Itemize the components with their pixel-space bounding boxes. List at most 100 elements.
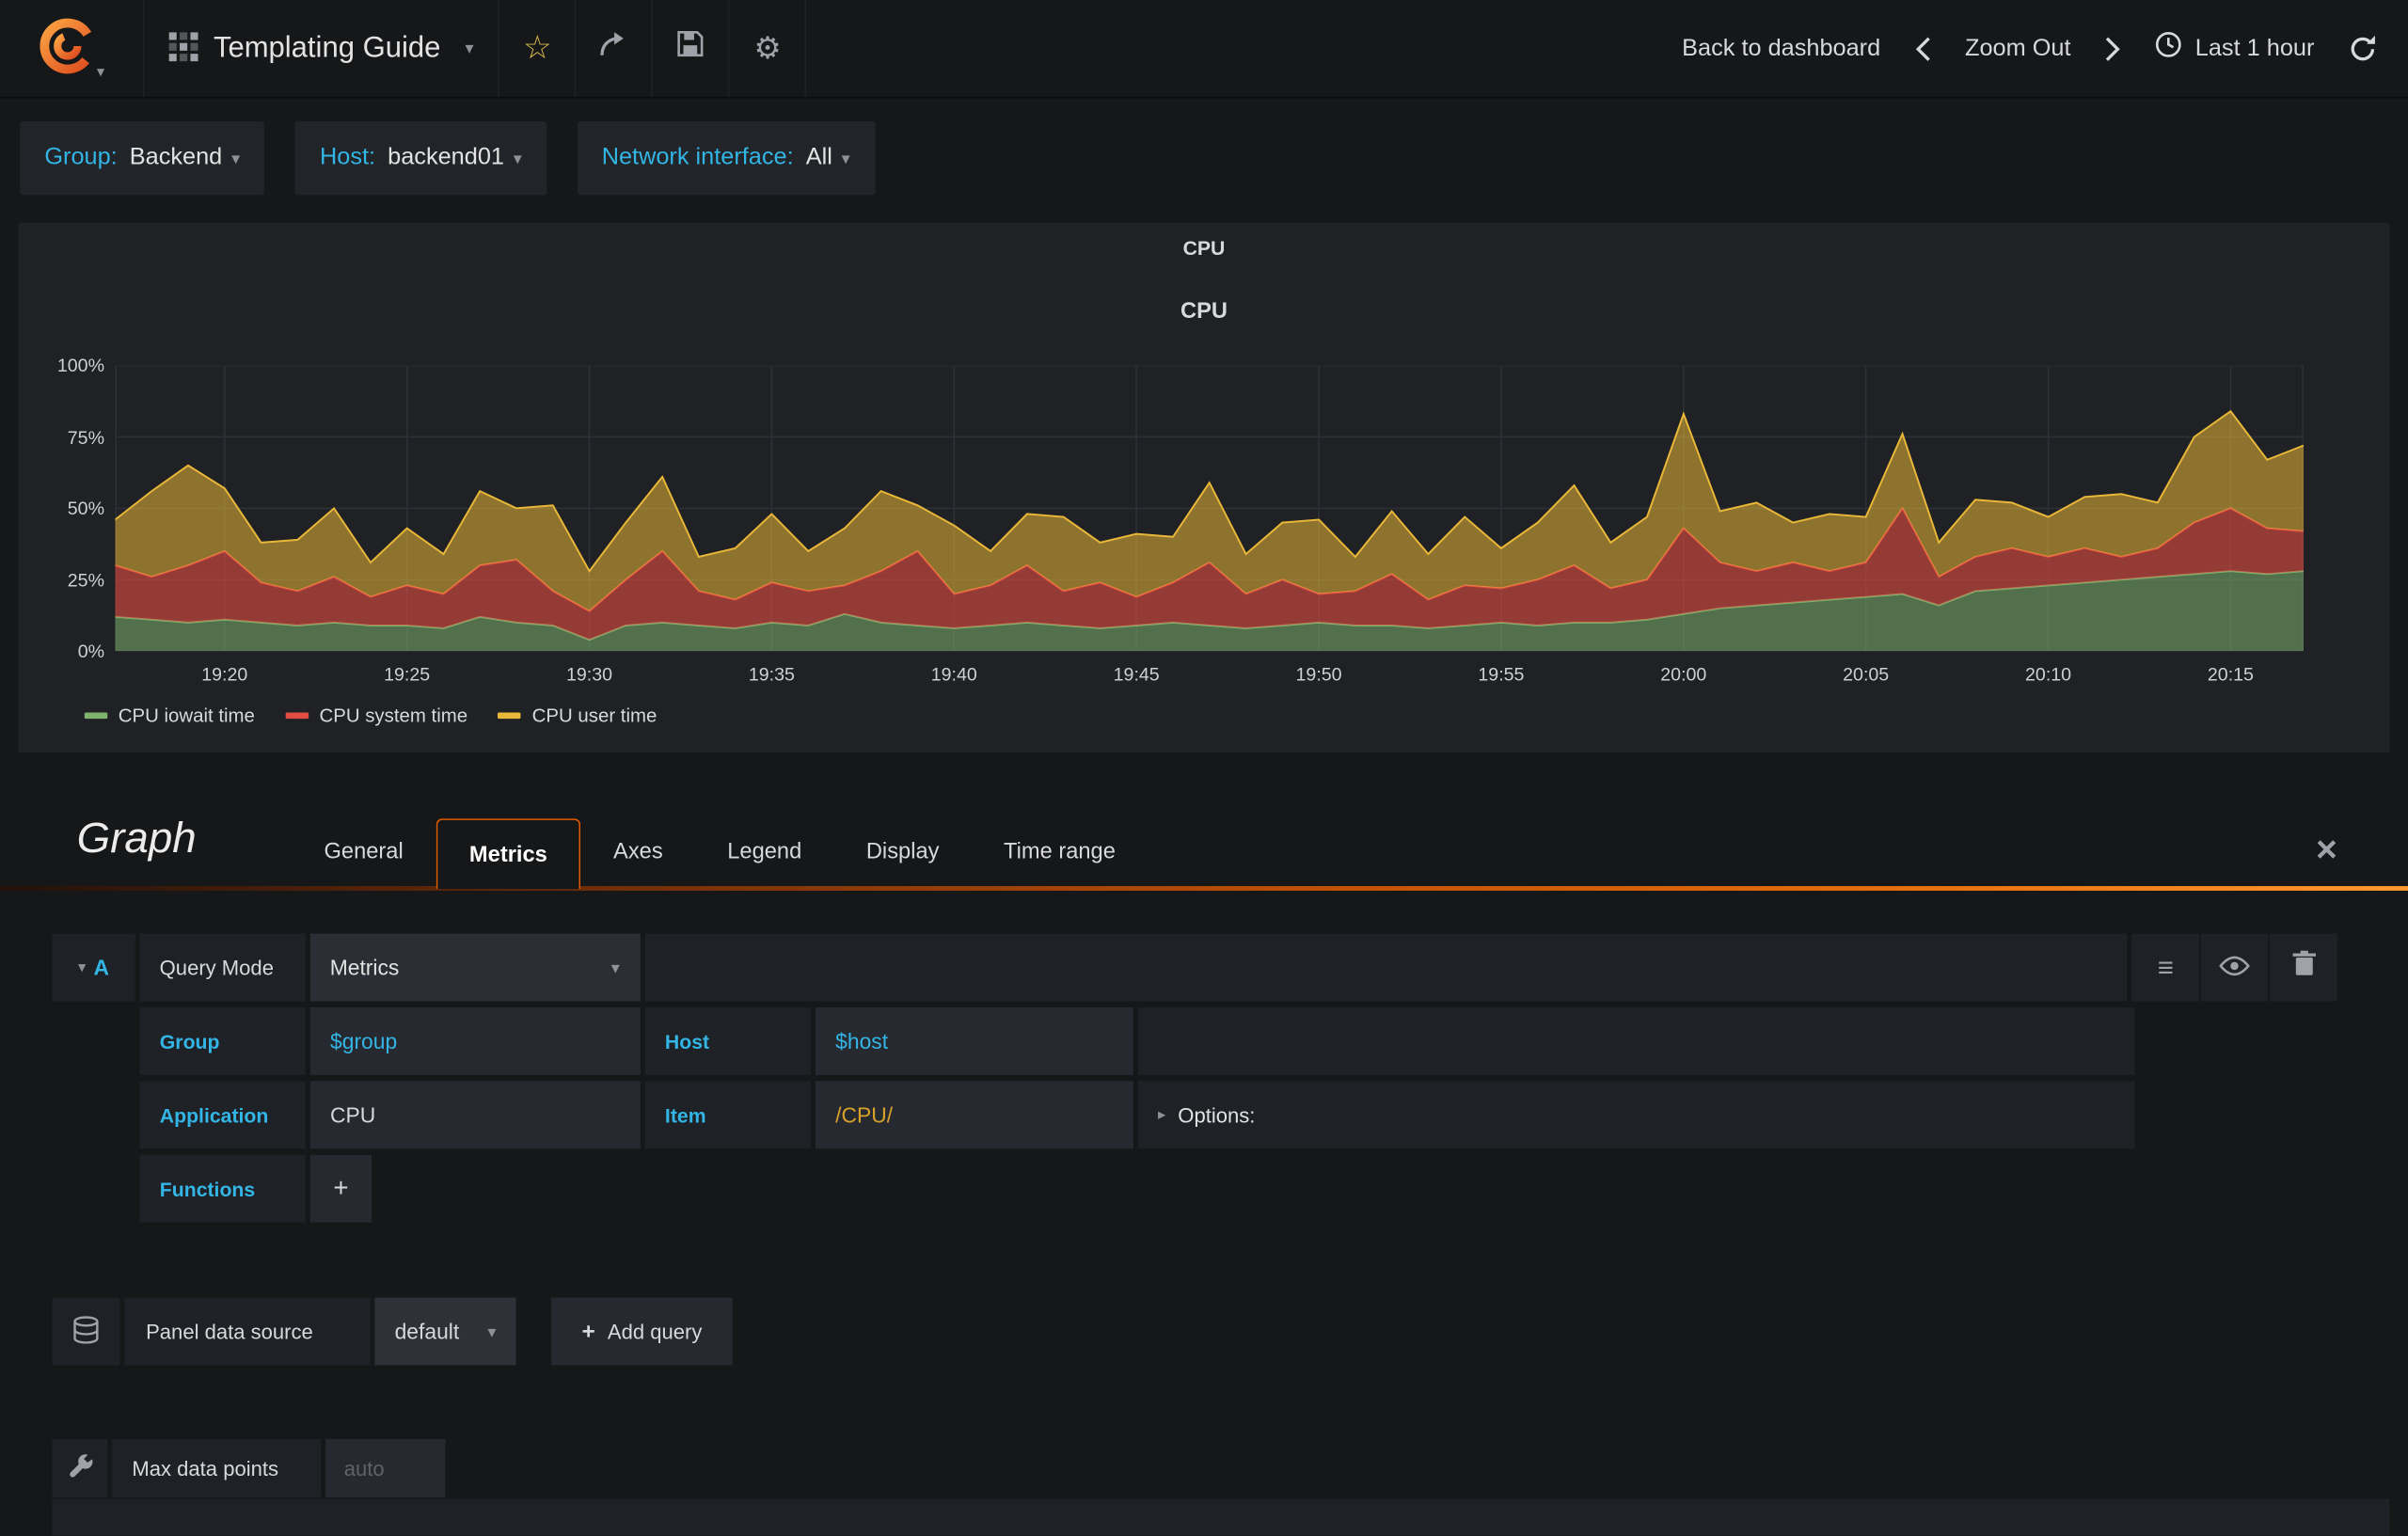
- variable-label: Host:: [319, 144, 376, 171]
- tab-divider-gradient: [0, 886, 2408, 891]
- database-icon: [72, 1315, 100, 1347]
- variable-label: Network interface:: [601, 144, 794, 171]
- caret-down-icon: ▾: [513, 150, 522, 168]
- item-input[interactable]: [815, 1081, 1133, 1149]
- query-mode-label: Query Mode: [139, 933, 306, 1002]
- query-row-filler: [643, 933, 2128, 1002]
- query-menu-button[interactable]: ≡: [2131, 933, 2200, 1002]
- star-button[interactable]: ☆: [499, 0, 577, 97]
- query-ref-letter: A: [93, 955, 109, 980]
- dashboard-title-button[interactable]: Templating Guide ▾: [144, 0, 500, 97]
- query-toggle-visibility-button[interactable]: [2200, 933, 2269, 1002]
- settings-button[interactable]: ⚙: [730, 0, 807, 97]
- caret-down-icon: ▾: [96, 64, 105, 82]
- caret-right-icon: ▸: [1158, 1106, 1166, 1124]
- dashboard-title: Templating Guide: [213, 31, 441, 64]
- caret-down-icon: ▾: [610, 958, 620, 978]
- time-range-picker[interactable]: Last 1 hour: [2155, 31, 2314, 67]
- x-tick-label: 19:35: [748, 663, 795, 686]
- close-editor-button[interactable]: ×: [2316, 830, 2337, 873]
- options-toggle[interactable]: ▸ Options:: [1137, 1081, 2135, 1149]
- tab-general[interactable]: General: [292, 818, 436, 886]
- query-delete-button[interactable]: [2270, 933, 2337, 1002]
- template-variables-row: Group: Backend ▾ Host: backend01 ▾ Netwo…: [20, 120, 875, 196]
- legend-item[interactable]: CPU user time: [498, 705, 657, 727]
- top-navbar: ▾ Templating Guide ▾ ☆ ⚙ Back to dashboa…: [0, 0, 2408, 99]
- time-shift-left-button[interactable]: [1914, 35, 1931, 62]
- x-tick-label: 19:25: [384, 663, 431, 686]
- tab-legend[interactable]: Legend: [695, 818, 834, 886]
- save-button[interactable]: [654, 0, 731, 97]
- legend-swatch-icon: [84, 712, 108, 720]
- grafana-app: ▾ Templating Guide ▾ ☆ ⚙ Back to dashboa…: [0, 0, 2408, 1536]
- query-collapse-button[interactable]: ▾ A: [52, 933, 135, 1002]
- item-label: Item: [644, 1081, 812, 1149]
- tab-display[interactable]: Display: [834, 818, 972, 886]
- legend-label: CPU iowait time: [118, 705, 255, 727]
- share-button[interactable]: [577, 0, 654, 97]
- datasource-icon-cell: [52, 1297, 120, 1366]
- x-axis-labels: 19:20 19:25 19:30 19:35 19:40 19:45 19:50 19:55…: [115, 663, 2304, 688]
- chart-legend: CPU iowait time CPU system time CPU user…: [84, 705, 657, 727]
- navbar-right: Back to dashboard Zoom Out Last 1 hour: [1682, 0, 2408, 97]
- host-input[interactable]: [815, 1007, 1133, 1075]
- query-mode-value: Metrics: [329, 955, 400, 980]
- back-to-dashboard-button[interactable]: Back to dashboard: [1682, 35, 1880, 62]
- variable-netif-dropdown[interactable]: Network interface: All ▾: [577, 120, 875, 196]
- editor-tabs: General Metrics Axes Legend Display Time…: [292, 818, 1148, 890]
- panel-title[interactable]: CPU: [19, 223, 2390, 259]
- x-tick-label: 19:50: [1295, 663, 1342, 686]
- panel-type-title: Graph: [76, 814, 197, 862]
- dashboard-grid-icon: [168, 31, 198, 65]
- y-tick-label: 50%: [67, 497, 105, 519]
- add-query-button[interactable]: + Add query: [551, 1297, 733, 1366]
- host-label: Host: [644, 1007, 812, 1075]
- add-function-button[interactable]: +: [309, 1154, 372, 1223]
- query-editor: ▾ A Query Mode Metrics ▾ ≡ Group $group …: [52, 933, 2339, 1228]
- variable-value: backend01: [388, 144, 504, 171]
- tab-metrics[interactable]: Metrics: [436, 818, 581, 890]
- tab-time-range[interactable]: Time range: [972, 818, 1148, 886]
- datasource-row: Panel data source default ▾ + Add query: [52, 1297, 733, 1366]
- x-tick-label: 19:20: [201, 663, 248, 686]
- x-tick-label: 20:15: [2207, 663, 2254, 686]
- caret-down-icon: ▾: [487, 1322, 497, 1342]
- chart-plot-area[interactable]: [115, 365, 2304, 652]
- y-tick-label: 0%: [77, 640, 105, 662]
- legend-swatch-icon: [285, 712, 309, 720]
- legend-label: CPU user time: [531, 705, 657, 727]
- max-data-points-input[interactable]: [325, 1438, 446, 1497]
- group-label: Group: [139, 1007, 306, 1075]
- grafana-menu-button[interactable]: ▾: [0, 0, 145, 97]
- tab-axes[interactable]: Axes: [581, 818, 695, 886]
- caret-down-icon: ▾: [465, 40, 474, 59]
- query-mode-dropdown[interactable]: Metrics ▾: [309, 933, 641, 1002]
- variable-group-dropdown[interactable]: Group: Backend ▾: [20, 120, 265, 196]
- x-tick-label: 20:10: [2025, 663, 2072, 686]
- group-input[interactable]: [309, 1007, 641, 1075]
- gear-icon: ⚙: [753, 32, 782, 67]
- datasource-dropdown[interactable]: default ▾: [374, 1297, 516, 1366]
- eye-icon: [2219, 951, 2251, 983]
- time-shift-right-button[interactable]: [2104, 35, 2121, 62]
- legend-item[interactable]: CPU iowait time: [84, 705, 255, 727]
- query-row-a: ▾ A Query Mode Metrics ▾ ≡: [52, 933, 2339, 1002]
- variable-value: Backend: [129, 144, 223, 171]
- variable-host-dropdown[interactable]: Host: backend01 ▾: [294, 120, 547, 196]
- application-input[interactable]: [309, 1081, 641, 1149]
- refresh-button[interactable]: [2348, 34, 2377, 63]
- legend-item[interactable]: CPU system time: [285, 705, 467, 726]
- options-label: Options:: [1178, 1103, 1256, 1127]
- y-tick-label: 25%: [67, 568, 105, 591]
- graph-panel: CPU CPU 0% 25% 50% 75% 100% 19:20 19:25 19:30 1…: [18, 222, 2390, 752]
- functions-label: Functions: [139, 1154, 306, 1223]
- datasource-value: default: [394, 1319, 460, 1344]
- share-icon: [599, 30, 630, 67]
- datasource-label: Panel data source: [124, 1297, 371, 1366]
- variable-value: All: [805, 144, 832, 171]
- x-tick-label: 20:05: [1843, 663, 1890, 686]
- query-row-functions: Functions +: [139, 1154, 2339, 1223]
- max-data-points-label: Max data points: [112, 1438, 322, 1497]
- zoom-out-button[interactable]: Zoom Out: [1965, 35, 2071, 62]
- time-range-label: Last 1 hour: [2194, 34, 2315, 61]
